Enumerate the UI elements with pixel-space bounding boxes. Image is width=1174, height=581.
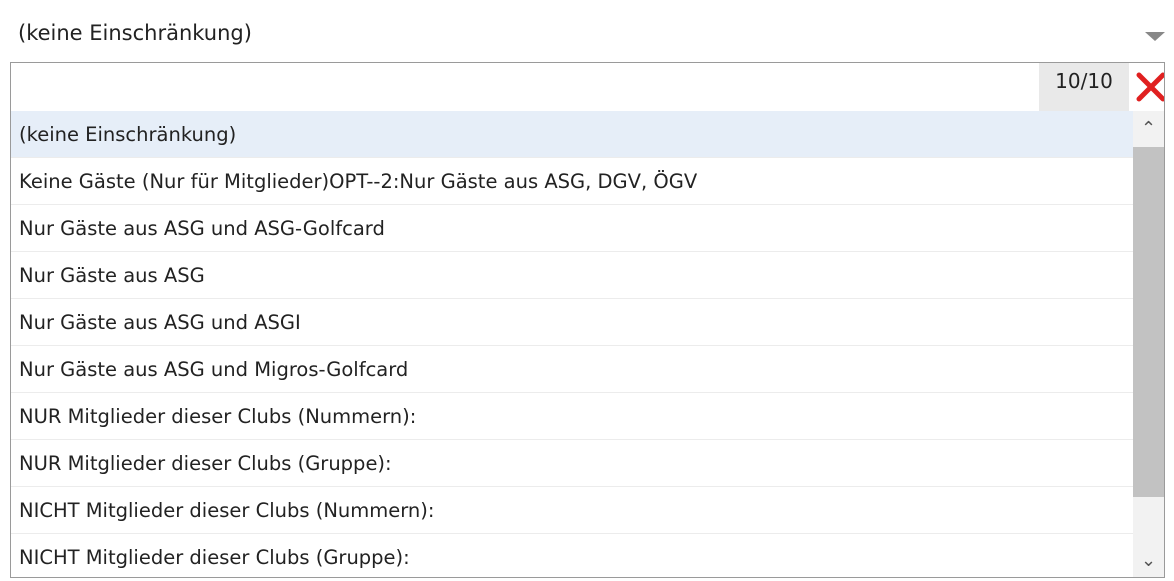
dropdown-panel: 10/10 (keine Einschränkung) Keine Gäste (… (10, 62, 1165, 578)
select-box[interactable]: (keine Einschränkung) (0, 0, 1174, 62)
chevron-up-icon[interactable]: ⌃ (1133, 111, 1164, 147)
filter-row: 10/10 (11, 63, 1165, 111)
option-item[interactable]: Nur Gäste aus ASG und Migros-Golfcard (11, 346, 1133, 393)
option-item[interactable]: NICHT Mitglieder dieser Clubs (Gruppe): (11, 534, 1133, 577)
filter-input[interactable] (17, 68, 1053, 106)
option-item[interactable]: Keine Gäste (Nur für Mitglieder)OPT--2:N… (11, 158, 1133, 205)
option-item[interactable]: NICHT Mitglieder dieser Clubs (Nummern): (11, 487, 1133, 534)
chevron-down-icon[interactable]: ⌄ (1133, 543, 1164, 577)
options-list: (keine Einschränkung) Keine Gäste (Nur fü… (11, 111, 1133, 577)
option-item[interactable]: Nur Gäste aus ASG und ASGI (11, 299, 1133, 346)
option-item[interactable]: NUR Mitglieder dieser Clubs (Nummern): (11, 393, 1133, 440)
scrollbar[interactable]: ⌃ ⌄ (1133, 111, 1164, 577)
chevron-down-icon[interactable] (1145, 32, 1165, 41)
option-item[interactable]: Nur Gäste aus ASG und ASG-Golfcard (11, 205, 1133, 252)
result-counter: 10/10 (1039, 63, 1129, 111)
scroll-thumb[interactable] (1133, 147, 1164, 497)
option-item[interactable]: NUR Mitglieder dieser Clubs (Gruppe): (11, 440, 1133, 487)
close-icon[interactable] (1134, 70, 1165, 104)
select-current-value: (keine Einschränkung) (18, 21, 252, 45)
option-item[interactable]: (keine Einschränkung) (11, 111, 1133, 158)
select-widget: (keine Einschränkung) 10/10 (keine Einsc… (0, 0, 1174, 581)
option-item[interactable]: Nur Gäste aus ASG (11, 252, 1133, 299)
